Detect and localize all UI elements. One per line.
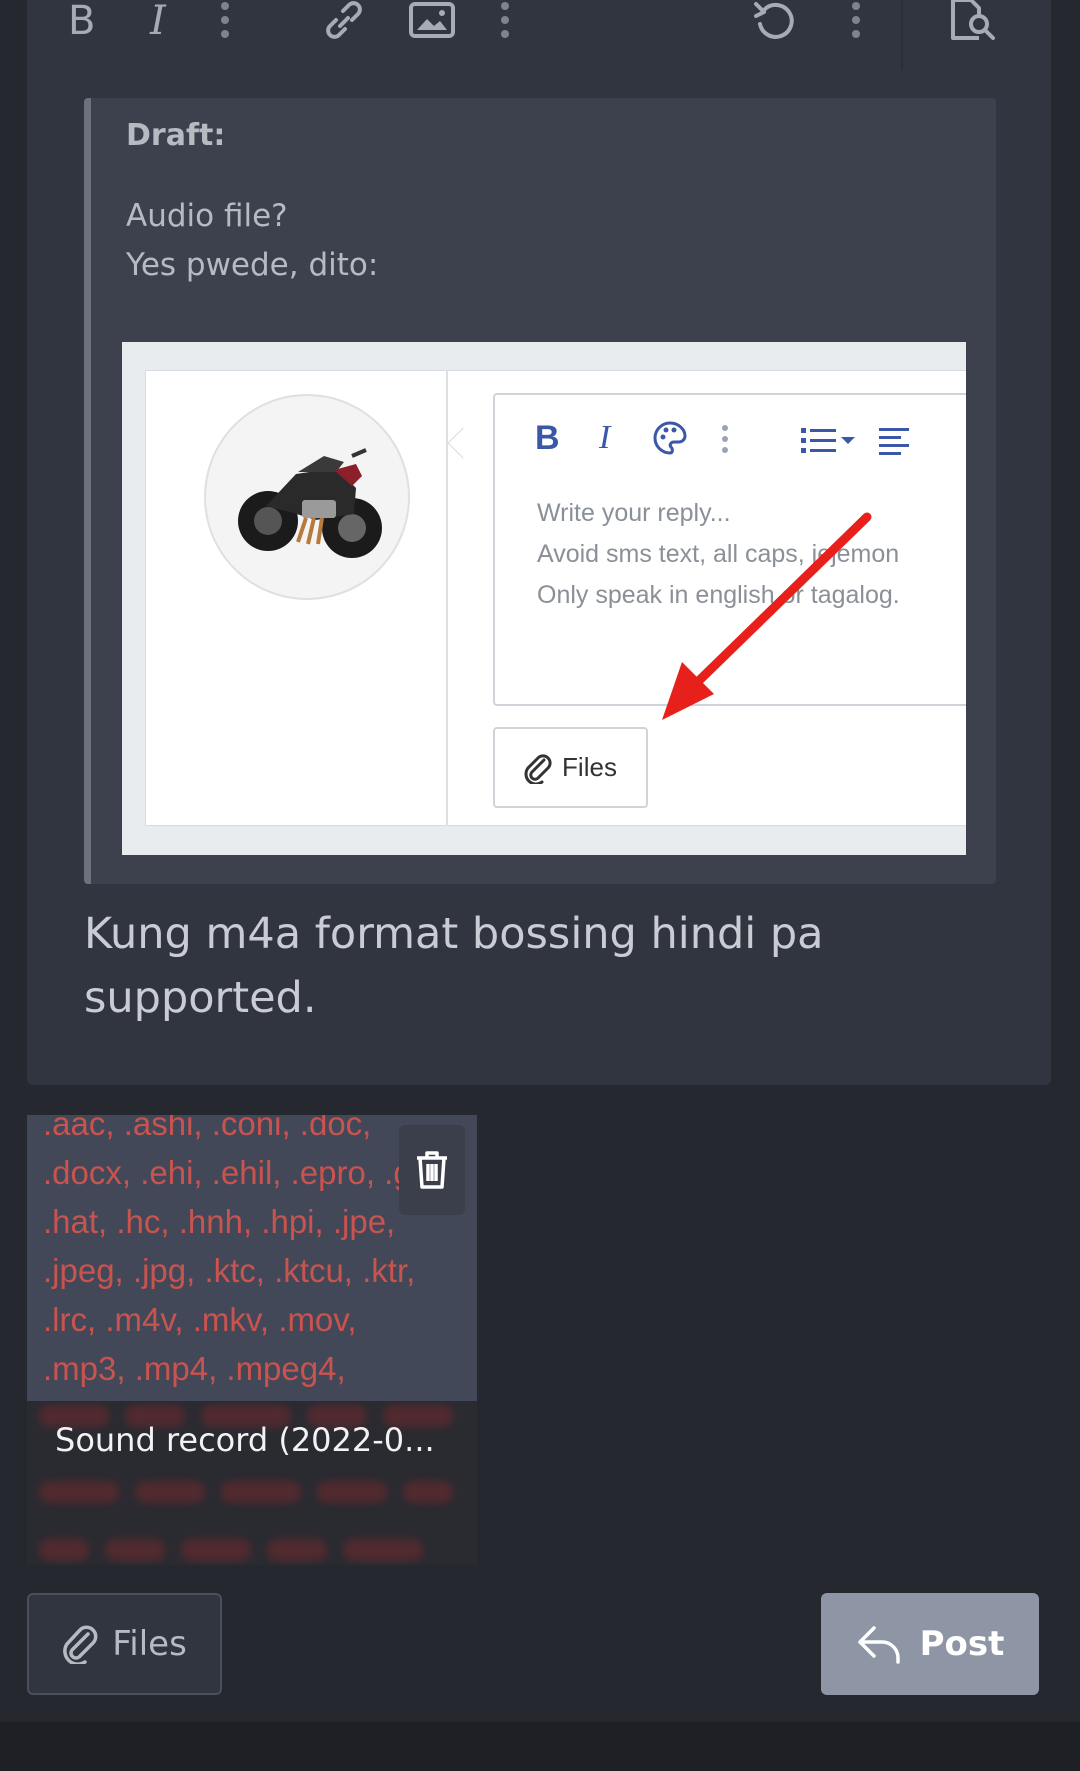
bold-icon[interactable]: B (57, 0, 107, 40)
message-line: supported. (84, 973, 317, 1023)
trash-icon (417, 1151, 447, 1189)
svg-text:I: I (149, 0, 167, 40)
attachment-tile[interactable]: .aac, .ashi, .coni, .doc, .docx, .ehi, .… (27, 1115, 477, 1565)
svg-text:B: B (68, 0, 95, 40)
post-button-label: Post (919, 1624, 1005, 1664)
attachment-line: .mp3, .mp4, .mpeg4, (43, 1350, 346, 1387)
attachment-line: .jpeg, .jpg, .ktc, .ktcu, .ktr, (43, 1252, 416, 1289)
more-options-icon[interactable] (493, 0, 517, 40)
delete-attachment-button[interactable] (399, 1125, 465, 1215)
red-arrow-annotation (662, 512, 872, 720)
embedded-screenshot: B I Write your reply... Avoid sms text, … (122, 342, 966, 855)
paperclip-icon (63, 1625, 98, 1664)
files-button[interactable]: Files (27, 1593, 222, 1695)
blurred-text (39, 1539, 423, 1563)
reply-icon (857, 1626, 900, 1664)
link-icon[interactable] (319, 0, 369, 40)
toolbar-divider (901, 0, 903, 70)
editor-toolbar: B I (27, 0, 1051, 70)
more-options-icon[interactable] (213, 0, 237, 40)
attachment-footer: Sound record (2022-0... (27, 1401, 477, 1565)
undo-icon[interactable] (750, 0, 800, 40)
files-button-label: Files (112, 1624, 187, 1664)
attachment-filename: Sound record (2022-0... (55, 1421, 435, 1459)
message-line: Kung m4a format bossing hindi pa (84, 909, 824, 959)
draft-line: Yes pwede, dito: (126, 247, 379, 283)
italic-icon[interactable]: I (139, 0, 183, 40)
attachment-line: .lrc, .m4v, .mkv, .mov, (43, 1301, 357, 1338)
blurred-text (39, 1481, 453, 1505)
draft-label: Draft: (126, 118, 226, 153)
image-icon[interactable] (405, 0, 459, 40)
preview-icon[interactable] (947, 0, 1001, 40)
bottom-bar (0, 1722, 1080, 1771)
more-options-icon[interactable] (844, 0, 868, 40)
draft-line: Audio file? (126, 198, 288, 234)
post-button[interactable]: Post (821, 1593, 1039, 1695)
